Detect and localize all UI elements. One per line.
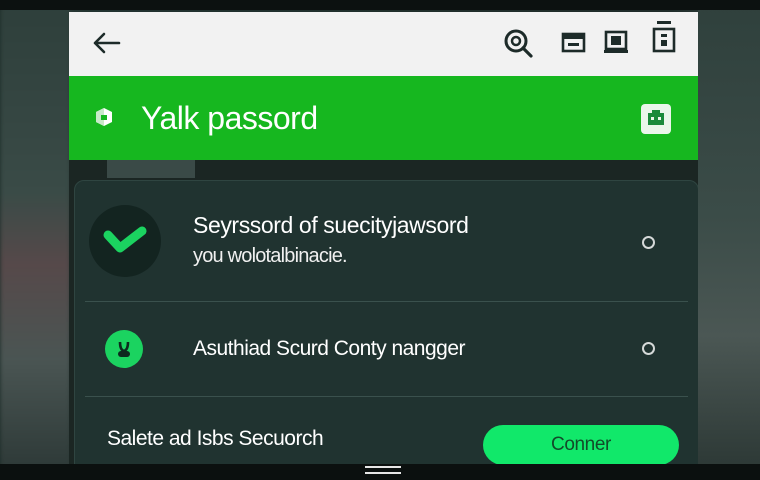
checkmark-icon [103,226,147,253]
card-button[interactable] [557,26,591,60]
shield-logo-icon [96,108,112,126]
list-item-title: Asuthiad Scurd Conty nangger [193,337,466,360]
background-left [0,0,70,480]
list-item-title: Seyrssord of suecityjawsord [193,212,469,238]
radio-button[interactable] [642,236,655,249]
back-button[interactable] [89,28,123,58]
app-header: Yalk passord [69,76,698,160]
lock-icon [118,341,130,357]
wallet-icon [648,110,664,125]
card-icon [561,32,586,53]
search-button[interactable] [501,26,535,60]
home-indicator[interactable] [365,466,401,474]
device-icon [604,30,628,53]
arrow-left-icon [93,32,121,54]
password-options-card: Seyrssord of suecityjawsord you wolotalb… [74,180,698,464]
wallet-button[interactable] [641,104,671,134]
radio-button[interactable] [642,342,655,355]
document-icon [652,21,676,53]
footer-label: Salete ad Isbs Secuorch [107,427,324,450]
app-screen: Yalk passord Seyrssord of suecityjawsord… [69,12,698,464]
device-button[interactable] [599,26,633,60]
list-item-text: Seyrssord of suecityjawsord you wolotalb… [193,209,469,271]
search-icon [504,29,533,58]
list-item-subtitle: you wolotalbinacie. [193,245,348,267]
lock-badge [105,330,143,368]
checkmark-badge [89,205,161,277]
tab-indicator [107,160,195,178]
background-right [698,0,760,480]
top-app-bar [69,12,698,76]
status-strip [0,0,760,10]
list-item-secure-manager[interactable]: Asuthiad Scurd Conty nangger [85,302,688,397]
connect-button[interactable]: Conner [483,425,679,464]
page-title: Yalk passord [141,100,318,136]
document-button[interactable] [647,16,681,60]
list-item-suggest-password[interactable]: Seyrssord of suecityjawsord you wolotalb… [85,191,688,302]
navigation-bar [0,464,760,480]
